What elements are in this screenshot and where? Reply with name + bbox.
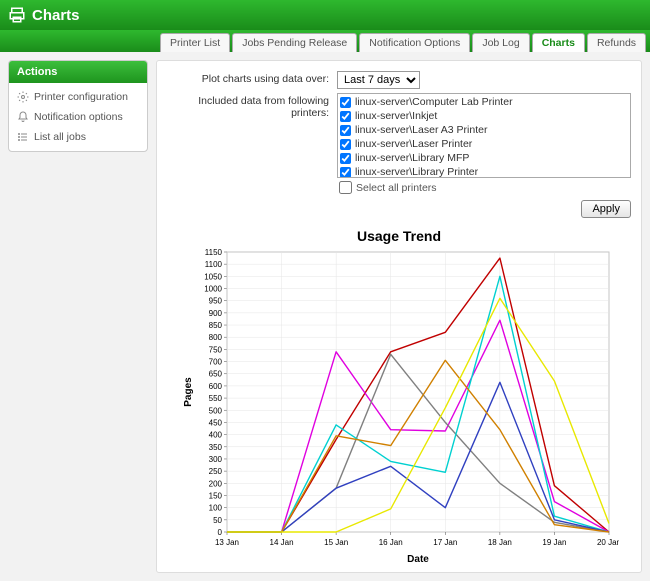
range-label: Plot charts using data over: (167, 71, 337, 85)
svg-text:950: 950 (209, 297, 223, 306)
svg-text:250: 250 (209, 467, 223, 476)
svg-text:1000: 1000 (204, 285, 222, 294)
svg-text:Pages: Pages (183, 377, 194, 407)
chart-area: Usage Trend 0 50 100 150 200 250 300 350 400 450 5… (167, 228, 631, 566)
printer-row[interactable]: linux-server\Computer Lab Printer (339, 95, 629, 109)
action-label: List all jobs (34, 131, 86, 143)
svg-text:600: 600 (209, 382, 223, 391)
svg-text:800: 800 (209, 333, 223, 342)
printer-row[interactable]: linux-server\Inkjet (339, 109, 629, 123)
action-notification-options[interactable]: Notification options (9, 107, 147, 127)
printer-label: linux-server\Library Printer (355, 165, 478, 178)
bell-icon (17, 111, 29, 123)
printers-label: Included data from following printers: (167, 93, 337, 119)
printer-label: linux-server\Library MFP (355, 151, 469, 165)
printer-checkbox[interactable] (340, 97, 351, 108)
tab-jobs-pending[interactable]: Jobs Pending Release (232, 33, 357, 52)
printer-checkbox[interactable] (340, 167, 351, 178)
actions-list: Printer configuration Notification optio… (9, 83, 147, 151)
svg-text:850: 850 (209, 321, 223, 330)
actions-panel: Actions Printer configuration Notificati… (8, 60, 148, 152)
svg-text:17 Jan: 17 Jan (433, 538, 457, 547)
main-area: Actions Printer configuration Notificati… (0, 52, 650, 581)
svg-text:13 Jan: 13 Jan (215, 538, 239, 547)
svg-text:350: 350 (209, 443, 223, 452)
printer-checkbox[interactable] (340, 125, 351, 136)
svg-text:300: 300 (209, 455, 223, 464)
select-all-label: Select all printers (356, 182, 437, 194)
printer-label: linux-server\Laser Printer (355, 137, 472, 151)
sidebar: Actions Printer configuration Notificati… (8, 60, 148, 573)
gear-icon (17, 91, 29, 103)
svg-text:650: 650 (209, 370, 223, 379)
row-printers: Included data from following printers: l… (167, 93, 631, 194)
svg-text:1050: 1050 (204, 272, 222, 281)
svg-text:700: 700 (209, 358, 223, 367)
printer-icon (8, 6, 26, 24)
action-label: Notification options (34, 111, 123, 123)
row-range: Plot charts using data over: Last 7 days (167, 71, 631, 89)
svg-text:900: 900 (209, 309, 223, 318)
apply-button[interactable]: Apply (581, 200, 631, 218)
svg-text:16 Jan: 16 Jan (379, 538, 403, 547)
range-select[interactable]: Last 7 days (337, 71, 420, 89)
svg-text:19 Jan: 19 Jan (542, 538, 566, 547)
printer-row[interactable]: linux-server\Library MFP (339, 151, 629, 165)
svg-text:550: 550 (209, 394, 223, 403)
tab-printer-list[interactable]: Printer List (160, 33, 230, 52)
action-list-all-jobs[interactable]: List all jobs (9, 127, 147, 147)
tab-charts[interactable]: Charts (532, 33, 585, 52)
tab-refunds[interactable]: Refunds (587, 33, 646, 52)
action-printer-config[interactable]: Printer configuration (9, 87, 147, 107)
printer-checkbox[interactable] (340, 153, 351, 164)
chart-title: Usage Trend (167, 228, 631, 244)
svg-text:400: 400 (209, 431, 223, 440)
svg-text:1150: 1150 (205, 248, 223, 257)
svg-text:100: 100 (209, 504, 223, 513)
svg-text:750: 750 (209, 345, 223, 354)
select-all-row[interactable]: Select all printers (337, 178, 631, 194)
tabs-bar: Printer List Jobs Pending Release Notifi… (0, 30, 650, 52)
printer-row[interactable]: linux-server\Library Printer (339, 165, 629, 178)
svg-text:200: 200 (209, 479, 223, 488)
svg-text:450: 450 (209, 418, 223, 427)
svg-text:20 Jan: 20 Jan (597, 538, 619, 547)
page-title: Charts (32, 7, 80, 24)
svg-text:150: 150 (209, 491, 223, 500)
tab-job-log[interactable]: Job Log (472, 33, 529, 52)
svg-text:1100: 1100 (205, 260, 223, 269)
actions-header: Actions (9, 61, 147, 83)
select-all-checkbox[interactable] (339, 181, 352, 194)
printer-label: linux-server\Inkjet (355, 109, 437, 123)
printer-checkbox[interactable] (340, 139, 351, 150)
tab-notification[interactable]: Notification Options (359, 33, 470, 52)
content-panel: Plot charts using data over: Last 7 days… (156, 60, 642, 573)
printer-row[interactable]: linux-server\Laser A3 Printer (339, 123, 629, 137)
printer-row[interactable]: linux-server\Laser Printer (339, 137, 629, 151)
printer-list[interactable]: linux-server\Computer Lab Printer linux-… (337, 93, 631, 178)
action-label: Printer configuration (34, 91, 128, 103)
svg-text:15 Jan: 15 Jan (324, 538, 348, 547)
svg-text:500: 500 (209, 406, 223, 415)
printer-checkbox[interactable] (340, 111, 351, 122)
printer-label: linux-server\Laser A3 Printer (355, 123, 487, 137)
svg-text:18 Jan: 18 Jan (488, 538, 512, 547)
svg-text:Date: Date (407, 554, 429, 565)
svg-text:50: 50 (213, 516, 222, 525)
svg-text:14 Jan: 14 Jan (270, 538, 294, 547)
printer-label: linux-server\Computer Lab Printer (355, 95, 513, 109)
usage-trend-chart: 0 50 100 150 200 250 300 350 400 450 500 550 600 650 7… (179, 246, 619, 566)
page-header: Charts (0, 0, 650, 30)
svg-text:0: 0 (218, 528, 223, 537)
list-icon (17, 131, 29, 143)
